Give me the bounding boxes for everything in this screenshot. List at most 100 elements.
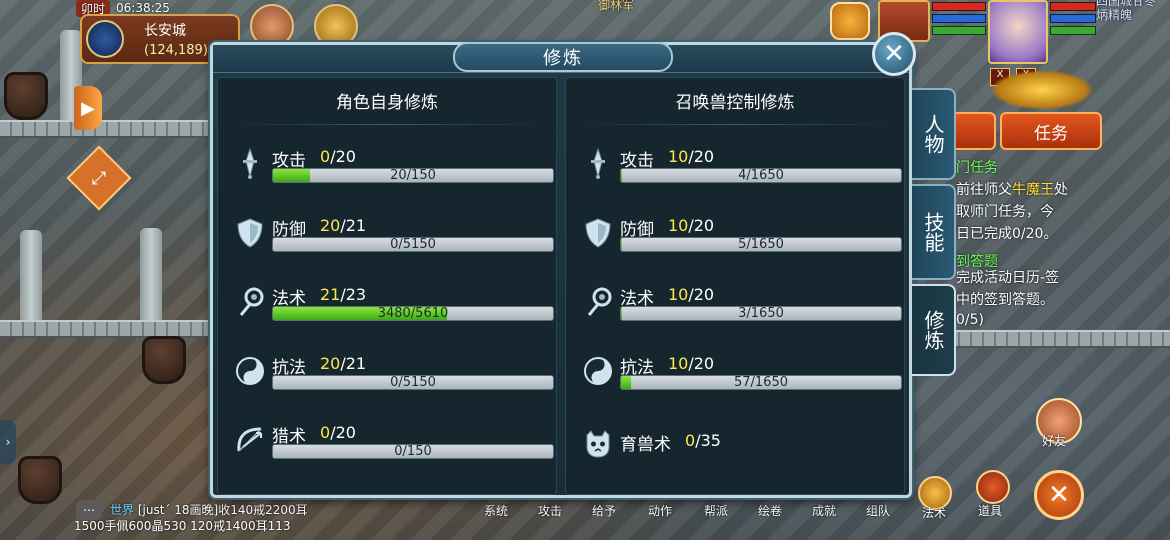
inventory-bag-icon[interactable]: [976, 470, 1010, 504]
top-right-text: 四国城甘冬 炳精魄: [1096, 0, 1156, 22]
bow-icon: [232, 422, 268, 458]
cultivation-level: 21/23: [320, 285, 366, 304]
inventory-button[interactable]: 道具: [978, 502, 1002, 519]
close-button[interactable]: ✕: [872, 32, 916, 76]
cultivation-row[interactable]: 攻击 0/20 20/150: [218, 146, 558, 206]
tab-character[interactable]: 人物: [912, 88, 956, 180]
cultivation-level-current: 0: [685, 431, 696, 450]
emote-button[interactable]: 动作: [648, 502, 672, 519]
magic-swirl-icon: [580, 284, 616, 320]
chat-box[interactable]: 世界 [just´ 18画晚]收140戒2200耳 1500手佩600晶530 …: [74, 502, 374, 534]
pet-mp-bar: [932, 14, 986, 23]
player-hp-bar: [1050, 2, 1096, 11]
quest-line: 完成活动日历-签: [956, 270, 1060, 286]
achievement-button[interactable]: 成就: [812, 502, 836, 519]
cultivation-progress-bar: 0/5150: [272, 375, 554, 390]
give-button[interactable]: 给予: [592, 502, 616, 519]
progress-text: 4/1650: [738, 168, 784, 183]
tab-cultivation[interactable]: 修炼: [912, 284, 956, 376]
divider: [230, 124, 544, 125]
quest-text: 处: [1054, 182, 1068, 198]
cultivation-progress-bar: 3480/5610: [272, 306, 554, 321]
cultivation-row[interactable]: 法术 21/23 3480/5610: [218, 284, 558, 344]
cultivation-progress-bar: 0/150: [272, 444, 554, 459]
panel-header: 修炼: [213, 42, 909, 73]
pet-portrait-icon[interactable]: [830, 2, 870, 40]
chat-channel: 世界: [110, 503, 135, 517]
cultivation-row[interactable]: 防御 10/20 5/1650: [566, 215, 906, 275]
task-tab-button[interactable]: 任务: [1000, 112, 1102, 150]
quest-npc-link[interactable]: 牛魔王: [1012, 182, 1054, 198]
cultivation-level-max: /20: [688, 285, 715, 304]
collapse-menu-button[interactable]: ✕: [1034, 470, 1084, 520]
cultivation-level-max: /20: [330, 147, 356, 166]
quest-line: 取师门任务，今: [956, 204, 1054, 220]
pet-cultivation-column: 召唤兽控制修炼 攻击 10/20 4/1650 防御 10/20 5/1650 法术 10/2…: [565, 77, 905, 495]
cultivation-level-current: 10: [668, 216, 689, 235]
cultivation-level-current: 10: [668, 147, 689, 166]
cultivation-level-current: 0: [320, 423, 331, 442]
cultivation-name: 育兽术: [620, 435, 671, 455]
scroll-book-button[interactable]: 绘卷: [758, 502, 782, 519]
gold-pile-icon: [990, 70, 1094, 110]
cultivation-level-max: /35: [695, 431, 721, 450]
cultivation-level-max: /20: [688, 216, 715, 235]
divider: [578, 124, 892, 125]
cultivation-progress-bar: 57/1650: [620, 375, 902, 390]
left-edge-tab-button[interactable]: ›: [0, 420, 16, 464]
progress-text: 5/1650: [738, 237, 784, 252]
cultivation-level-current: 10: [668, 285, 689, 304]
cultivation-progress-bar: 5/1650: [620, 237, 902, 252]
progress-text: 0/5150: [390, 237, 436, 252]
cultivation-panel: 修炼 角色自身修炼 攻击 0/20 20/150 防御 20/21 0/5150 法术 21/…: [210, 42, 912, 498]
system-button[interactable]: 系统: [484, 502, 508, 519]
cultivation-row[interactable]: 猎术 0/20 0/150: [218, 422, 558, 482]
cultivation-level: 10/20: [668, 147, 714, 166]
cultivation-row[interactable]: 攻击 10/20 4/1650: [566, 146, 906, 206]
top-right-line-2: 炳精魄: [1096, 8, 1133, 22]
cultivation-level: 10/20: [668, 285, 714, 304]
tab-skills[interactable]: 技能: [912, 184, 956, 280]
clock-time: 06:38:25: [116, 1, 170, 15]
sword-icon: [232, 146, 268, 182]
cultivation-level: 0/20: [320, 147, 356, 166]
cultivation-row[interactable]: 法术 10/20 3/1650: [566, 284, 906, 344]
clay-jar: [18, 456, 62, 504]
stone-railing: [0, 120, 210, 138]
city-name: 长安城: [144, 23, 186, 39]
cultivation-level: 0/20: [320, 423, 356, 442]
attack-button[interactable]: 攻击: [538, 502, 562, 519]
cultivation-level-max: /23: [340, 285, 367, 304]
cultivation-progress-bar: 0/5150: [272, 237, 554, 252]
cultivation-progress-bar: 3/1650: [620, 306, 902, 321]
cultivation-row[interactable]: 抗法 10/20 57/1650: [566, 353, 906, 413]
spell-button[interactable]: 法术: [922, 504, 946, 521]
cultivation-row[interactable]: 育兽术 0/35: [566, 422, 906, 482]
clay-jar: [4, 72, 48, 120]
cultivation-level-current: 21: [320, 285, 341, 304]
player-avatar[interactable]: [988, 0, 1048, 64]
cultivation-level-current: 0: [320, 147, 331, 166]
player-mp-bar: [1050, 14, 1096, 23]
cultivation-row[interactable]: 抗法 20/21 0/5150: [218, 353, 558, 413]
quest-title-text: 门任务: [956, 160, 998, 176]
cultivation-level-max: /20: [688, 147, 715, 166]
quest-text: 前往师父: [956, 182, 1012, 198]
quest-line: 前往师父牛魔王处: [956, 180, 1068, 200]
quest-line: 日已完成0/20。: [956, 226, 1058, 242]
progress-text: 0/5150: [390, 375, 436, 390]
clay-jar: [142, 336, 186, 384]
quest-title[interactable]: 门任务: [956, 158, 998, 178]
player-coordinates: (124,189): [144, 43, 208, 58]
cultivation-level-max: /20: [688, 354, 715, 373]
cultivation-level-current: 20: [320, 216, 341, 235]
chat-message: [just´ 18画晚]收140戒2200耳: [137, 503, 308, 517]
cultivation-row[interactable]: 防御 20/21 0/5150: [218, 215, 558, 275]
stone-railing: [0, 320, 210, 338]
team-button[interactable]: 组队: [866, 502, 890, 519]
pet-cultivation-title: 召唤兽控制修炼: [675, 93, 795, 113]
expand-left-arrow-icon[interactable]: ▶: [74, 86, 102, 130]
yin-yang-icon: [232, 353, 268, 389]
pet-hp-bar: [932, 2, 986, 11]
guild-button[interactable]: 帮派: [704, 502, 728, 519]
